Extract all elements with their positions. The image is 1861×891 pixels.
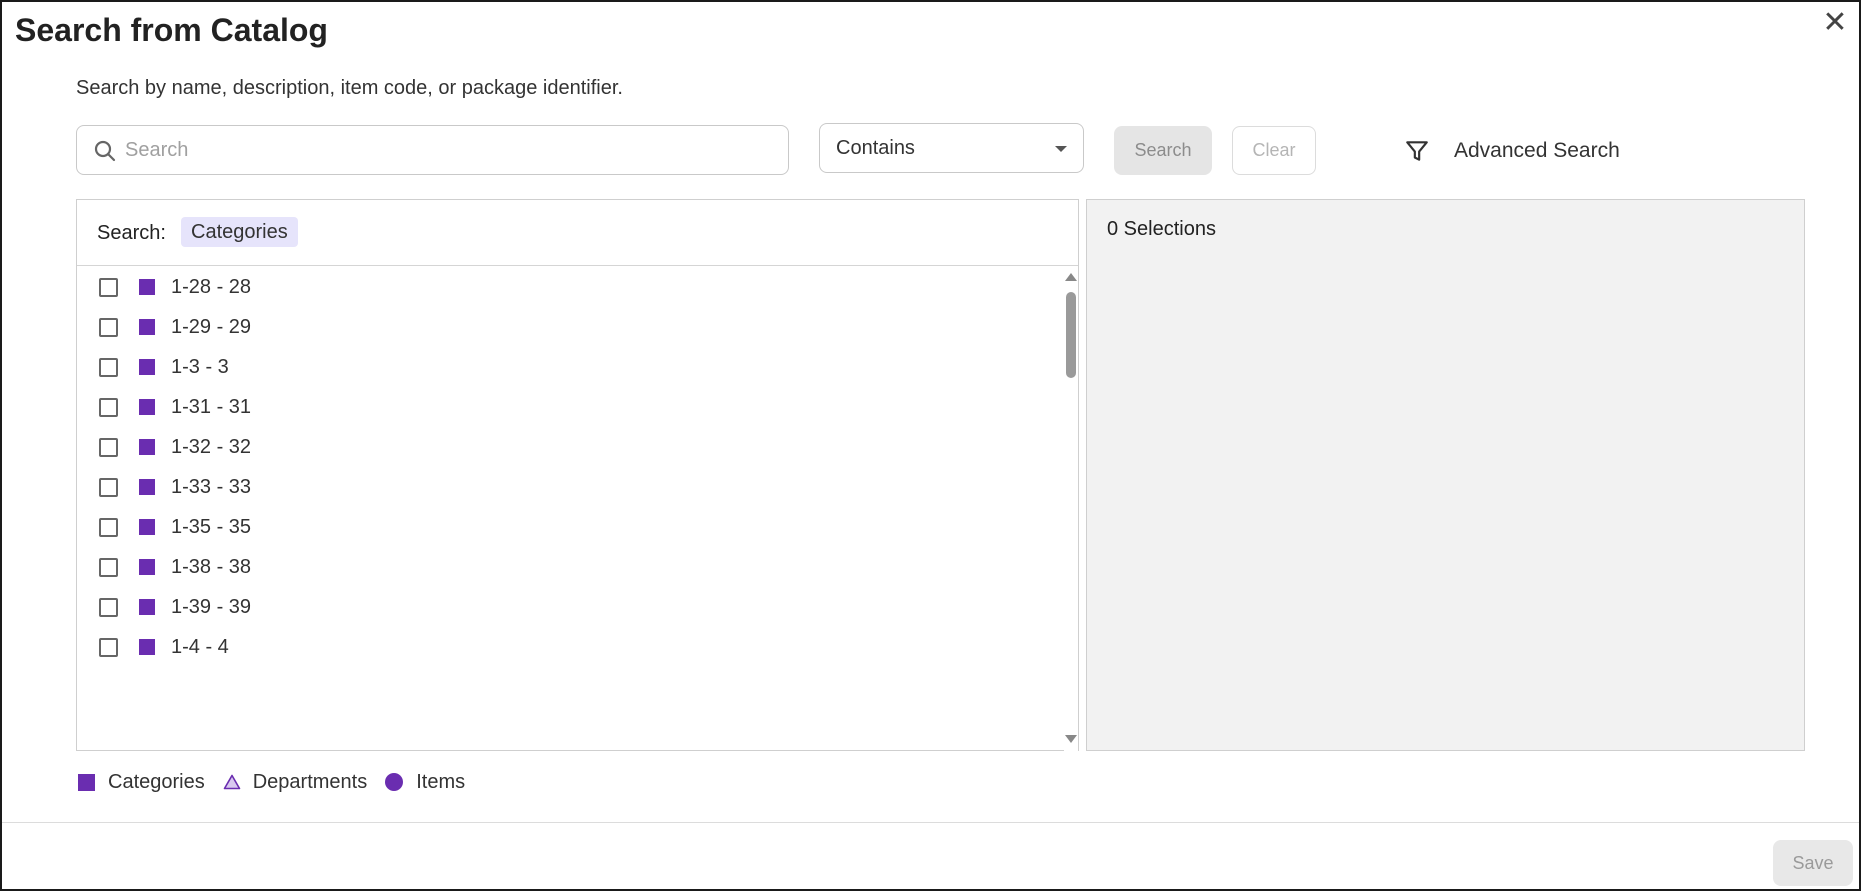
legend-items: Items xyxy=(385,771,465,794)
category-square-icon xyxy=(139,479,155,495)
category-square-icon xyxy=(139,439,155,455)
legend-label: Items xyxy=(416,770,466,793)
clear-button[interactable]: Clear xyxy=(1232,126,1316,175)
selections-panel: 0 Selections xyxy=(1086,199,1805,751)
item-checkbox[interactable] xyxy=(99,397,118,417)
save-button[interactable]: Save xyxy=(1773,840,1853,886)
results-scrollbar[interactable] xyxy=(1064,267,1078,751)
department-triangle-icon xyxy=(223,774,241,790)
category-square-icon xyxy=(139,639,155,655)
item-checkbox[interactable] xyxy=(99,357,118,377)
results-header: Search: Categories xyxy=(77,200,1078,266)
category-square-icon xyxy=(139,559,155,575)
category-square-icon xyxy=(139,399,155,415)
results-list: 1-28 - 28 1-29 - 29 1-3 - 3 1-31 - 31 1- xyxy=(77,267,1067,751)
legend-label: Departments xyxy=(252,770,368,793)
list-item[interactable]: 1-35 - 35 xyxy=(77,507,1067,547)
item-label: 1-31 - 31 xyxy=(171,395,252,418)
selections-count: 0 Selections xyxy=(1107,218,1216,240)
list-item[interactable]: 1-29 - 29 xyxy=(77,307,1067,347)
advanced-search-link[interactable]: Advanced Search xyxy=(1404,136,1620,166)
dialog-title: Search from Catalog xyxy=(15,12,328,48)
list-item[interactable]: 1-31 - 31 xyxy=(77,387,1067,427)
list-item[interactable]: 1-28 - 28 xyxy=(77,267,1067,307)
item-label: 1-32 - 32 xyxy=(171,435,252,458)
match-mode-value: Contains xyxy=(836,137,915,159)
category-square-icon xyxy=(78,773,95,791)
item-checkbox[interactable] xyxy=(99,437,118,457)
search-input[interactable] xyxy=(125,134,775,166)
legend-categories: Categories xyxy=(78,771,205,794)
search-scope-label: Search: xyxy=(97,222,166,244)
list-item[interactable]: 1-4 - 4 xyxy=(77,627,1067,667)
list-item[interactable]: 1-3 - 3 xyxy=(77,347,1067,387)
scroll-down-arrow-icon[interactable] xyxy=(1065,735,1077,743)
item-label: 1-29 - 29 xyxy=(171,315,252,338)
match-mode-select[interactable]: Contains xyxy=(819,123,1084,173)
item-checkbox[interactable] xyxy=(99,517,118,537)
category-square-icon xyxy=(139,519,155,535)
list-item[interactable]: 1-38 - 38 xyxy=(77,547,1067,587)
dialog-subtitle: Search by name, description, item code, … xyxy=(76,77,623,99)
item-checkbox[interactable] xyxy=(99,557,118,577)
legend-departments: Departments xyxy=(223,770,368,794)
item-label: 1-28 - 28 xyxy=(171,275,252,298)
category-square-icon xyxy=(139,599,155,615)
chevron-down-icon xyxy=(1055,146,1067,152)
item-label: 1-39 - 39 xyxy=(171,595,252,618)
close-icon[interactable]: ✕ xyxy=(1821,8,1849,40)
category-square-icon xyxy=(139,319,155,335)
results-panel: Search: Categories 1-28 - 28 1-29 - 29 1… xyxy=(76,199,1079,751)
category-square-icon xyxy=(139,359,155,375)
item-label: 1-33 - 33 xyxy=(171,475,252,498)
category-square-icon xyxy=(139,279,155,295)
scroll-up-arrow-icon[interactable] xyxy=(1065,273,1077,281)
search-button[interactable]: Search xyxy=(1114,126,1212,175)
item-label: 1-35 - 35 xyxy=(171,515,252,538)
item-label: 1-3 - 3 xyxy=(171,355,229,378)
search-catalog-dialog: Search from Catalog ✕ Search by name, de… xyxy=(0,0,1861,891)
item-checkbox[interactable] xyxy=(99,477,118,497)
item-checkbox[interactable] xyxy=(99,277,118,297)
item-label: 1-38 - 38 xyxy=(171,555,252,578)
filter-icon xyxy=(1406,141,1428,161)
legend-label: Categories xyxy=(108,770,205,793)
list-item[interactable]: 1-32 - 32 xyxy=(77,427,1067,467)
search-icon xyxy=(94,140,116,162)
item-checkbox[interactable] xyxy=(99,637,118,657)
list-item[interactable]: 1-33 - 33 xyxy=(77,467,1067,507)
filter-chip-categories[interactable]: Categories xyxy=(181,217,298,247)
legend: Categories Departments Items xyxy=(78,769,483,795)
advanced-search-label: Advanced Search xyxy=(1454,139,1620,162)
item-circle-icon xyxy=(385,773,404,791)
item-label: 1-4 - 4 xyxy=(171,635,229,658)
list-item[interactable]: 1-39 - 39 xyxy=(77,587,1067,627)
footer-divider xyxy=(2,822,1859,823)
item-checkbox[interactable] xyxy=(99,317,118,337)
scrollbar-thumb[interactable] xyxy=(1066,292,1076,378)
search-field[interactable] xyxy=(76,125,789,175)
item-checkbox[interactable] xyxy=(99,597,118,617)
